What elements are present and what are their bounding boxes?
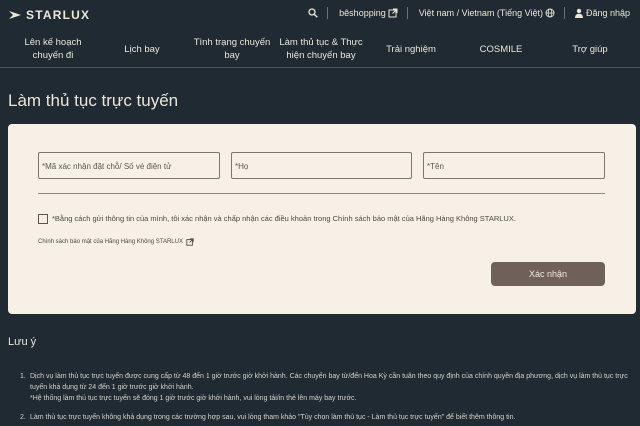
nav-item-help[interactable]: Trợ giúp bbox=[556, 30, 624, 68]
note-number: 2. bbox=[20, 414, 26, 421]
note-item: 2. Làm thủ tục trực tuyến không khả dụng… bbox=[20, 412, 636, 423]
search-icon[interactable] bbox=[308, 8, 318, 18]
last-name-field[interactable]: *Họ bbox=[231, 152, 412, 179]
globe-icon bbox=[545, 8, 555, 18]
consent-text: *Bằng cách gửi thông tin của mình, tôi x… bbox=[52, 214, 516, 223]
nav-item-schedule[interactable]: Lịch bay bbox=[110, 30, 174, 68]
user-icon bbox=[574, 8, 583, 18]
brand-name: STARLUX bbox=[26, 8, 91, 22]
notes-list: 1. Dịch vụ làm thủ tục trực tuyến được c… bbox=[20, 371, 636, 426]
note-subtext: *Hệ thống làm thủ tục trực tuyến sẽ đóng… bbox=[30, 395, 357, 402]
nav-item-check-in[interactable]: Làm thủ tục & Thực hiện chuyến bay bbox=[278, 30, 364, 68]
privacy-policy-label: Chính sách bảo mật của Hãng Hàng Không S… bbox=[38, 239, 183, 245]
consent-checkbox[interactable] bbox=[38, 214, 48, 224]
star-logo-icon bbox=[9, 11, 21, 19]
booking-reference-field[interactable]: *Mã xác nhận đặt chỗ/ Số vé điện tử bbox=[38, 152, 220, 179]
main-nav: Lên kế hoạch chuyến đi Lịch bay Tình trạ… bbox=[0, 30, 640, 68]
nav-item-flight-status[interactable]: Tình trạng chuyến bay bbox=[190, 30, 274, 68]
nav-item-plan-trip[interactable]: Lên kế hoạch chuyến đi bbox=[16, 30, 90, 68]
starlux-logo[interactable]: STARLUX bbox=[8, 8, 90, 22]
check-in-form-card: *Mã xác nhận đặt chỗ/ Số vé điện tử *Họ … bbox=[8, 124, 636, 314]
nav-item-experience[interactable]: Trải nghiệm bbox=[375, 30, 447, 68]
notes-title: Lưu ý bbox=[8, 336, 37, 348]
divider bbox=[327, 7, 329, 19]
first-name-field[interactable]: *Tên bbox=[423, 152, 605, 179]
note-text: Làm thủ tục trực tuyến không khả dụng tr… bbox=[30, 414, 516, 421]
privacy-policy-link[interactable]: Chính sách bảo mật của Hãng Hàng Không S… bbox=[38, 238, 194, 246]
note-item: 1. Dịch vụ làm thủ tục trực tuyến được c… bbox=[20, 371, 636, 404]
form-divider bbox=[38, 193, 605, 194]
login-link[interactable]: Đăng nhập bbox=[586, 8, 630, 18]
divider bbox=[563, 7, 565, 19]
external-link-icon bbox=[186, 238, 194, 246]
top-bar: STARLUX bêshopping Việt nam / Vietnam (T… bbox=[0, 0, 640, 30]
divider bbox=[406, 7, 408, 19]
beshopping-link[interactable]: bêshopping bbox=[339, 8, 386, 18]
utility-links: bêshopping Việt nam / Vietnam (Tiếng Việ… bbox=[308, 7, 632, 19]
page-title: Làm thủ tục trực tuyến bbox=[8, 91, 179, 110]
confirm-button[interactable]: Xác nhận bbox=[491, 262, 605, 286]
nav-item-cosmile[interactable]: COSMILE bbox=[468, 30, 534, 68]
language-selector[interactable]: Việt nam / Vietnam (Tiếng Việt) bbox=[419, 8, 543, 18]
external-link-icon bbox=[388, 8, 398, 18]
note-number: 1. bbox=[20, 373, 26, 380]
note-text: Dịch vụ làm thủ tục trực tuyến được cung… bbox=[30, 373, 628, 391]
